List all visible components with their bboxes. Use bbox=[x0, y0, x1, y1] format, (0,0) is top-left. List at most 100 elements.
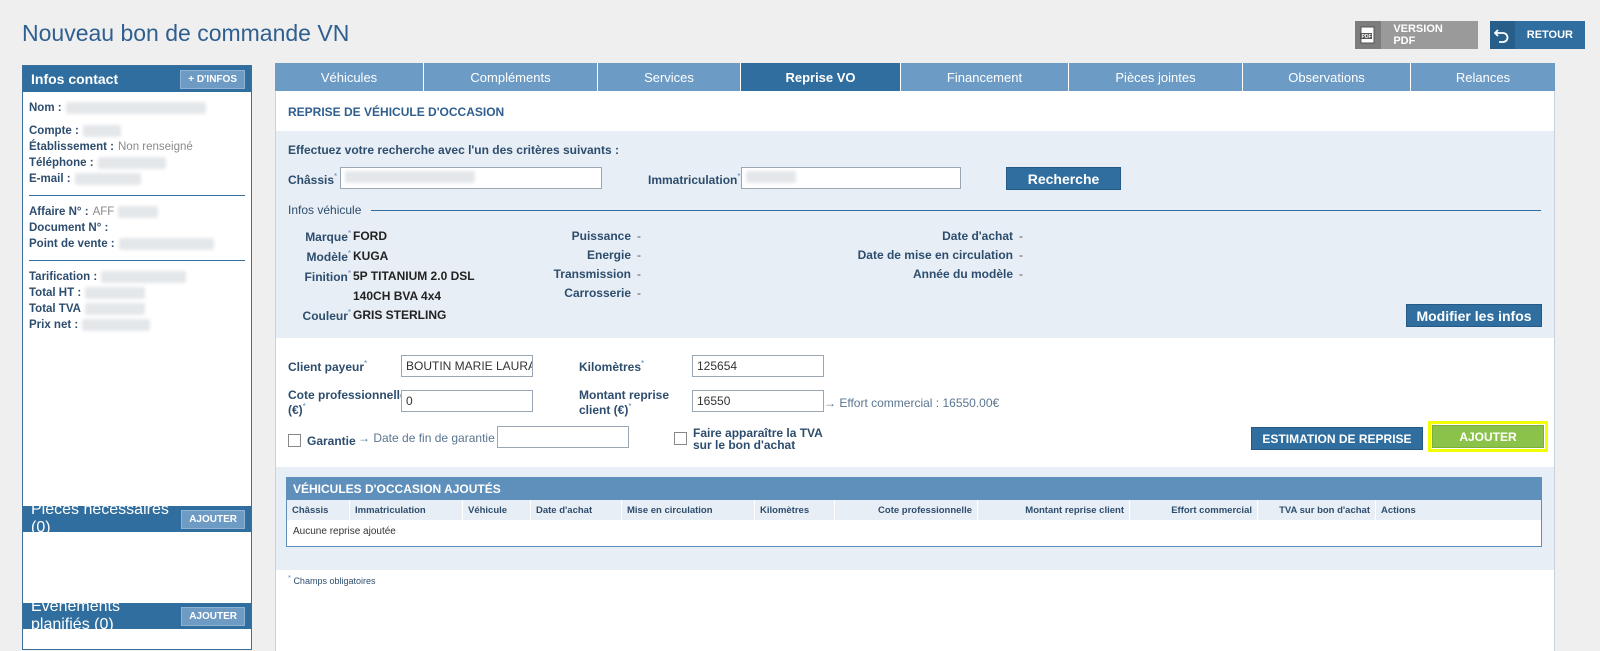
tva-checkbox[interactable] bbox=[674, 432, 687, 445]
tab-complements[interactable]: Compléments bbox=[424, 63, 598, 91]
contact-header: Infos contact + D'INFOS bbox=[23, 66, 251, 92]
contact-info: Nom : Compte : Établissement : Non rensei… bbox=[23, 92, 251, 333]
garantie-checkbox[interactable] bbox=[288, 434, 301, 447]
infos-vehicule-legend: Infos véhicule bbox=[288, 203, 362, 217]
montant-input[interactable]: 16550 bbox=[692, 390, 824, 412]
col-chassis: Châssis bbox=[287, 500, 350, 520]
client-payeur-input[interactable]: BOUTIN MARIE LAURAINE bbox=[401, 355, 533, 377]
contact-title: Infos contact bbox=[31, 71, 119, 87]
tab-services[interactable]: Services bbox=[598, 63, 741, 91]
reprise-panel: REPRISE DE VÉHICULE D'OCCASION Effectuez… bbox=[275, 91, 1555, 651]
date-circulation-label: Date de mise en circulation bbox=[857, 248, 1013, 262]
tab-relances[interactable]: Relances bbox=[1411, 63, 1555, 91]
divider bbox=[29, 260, 245, 261]
undo-icon bbox=[1490, 21, 1515, 49]
immat-label: Immatriculation* bbox=[648, 172, 741, 187]
date-circulation-value: - bbox=[1019, 248, 1023, 262]
montant-label: Montant reprise client (€)* bbox=[579, 388, 670, 417]
search-button[interactable]: Recherche bbox=[1006, 167, 1121, 190]
tarification-label: Tarification : bbox=[29, 271, 98, 283]
telephone-label: Téléphone : bbox=[29, 157, 94, 169]
col-vehicule: Véhicule bbox=[463, 500, 531, 520]
chassis-label: Châssis* bbox=[288, 172, 338, 187]
col-effort-commercial: Effort commercial bbox=[1130, 500, 1258, 520]
events-title: Événements planifiés (0) bbox=[31, 598, 120, 633]
finition-label: Finition* bbox=[304, 269, 351, 284]
annee-value: - bbox=[1019, 267, 1023, 281]
legend-divider bbox=[371, 210, 1541, 211]
finition-value-1: 5P TITANIUM 2.0 DSL bbox=[353, 269, 475, 283]
more-info-button[interactable]: + D'INFOS bbox=[180, 69, 245, 89]
svg-text:PDF: PDF bbox=[1362, 34, 1372, 40]
transmission-label: Transmission bbox=[553, 267, 631, 281]
col-kilometres: Kilomètres bbox=[755, 500, 835, 520]
pdf-icon: PDF bbox=[1355, 21, 1382, 49]
events-header: Événements planifiés (0) AJOUTER bbox=[23, 598, 251, 633]
energie-label: Energie bbox=[586, 248, 631, 262]
add-pieces-button[interactable]: AJOUTER bbox=[181, 509, 245, 529]
divider bbox=[29, 195, 245, 196]
page-title: Nouveau bon de commande VN bbox=[22, 20, 350, 46]
table-empty-row: Aucune reprise ajoutée bbox=[293, 525, 396, 537]
couleur-label: Couleur* bbox=[302, 308, 351, 323]
puissance-value: - bbox=[637, 229, 641, 243]
table-header-row: Châssis Immatriculation Véhicule Date d'… bbox=[287, 500, 1541, 520]
col-montant-reprise: Montant reprise client bbox=[978, 500, 1130, 520]
estimation-button[interactable]: ESTIMATION DE REPRISE bbox=[1251, 427, 1423, 450]
contact-sidebar: Infos contact + D'INFOS Nom : Compte : É… bbox=[22, 65, 252, 650]
prix-net-label: Prix net : bbox=[29, 319, 79, 331]
modele-label: Modèle* bbox=[306, 249, 351, 264]
cote-input[interactable]: 0 bbox=[401, 390, 533, 412]
modele-value: KUGA bbox=[353, 249, 389, 263]
email-label: E-mail : bbox=[29, 173, 71, 185]
energie-value: - bbox=[637, 248, 641, 262]
date-fin-garantie-input[interactable] bbox=[497, 426, 629, 448]
date-fin-garantie-label: → Date de fin de garantie bbox=[358, 431, 495, 445]
tab-financement[interactable]: Financement bbox=[901, 63, 1069, 91]
etablissement-label: Établissement : bbox=[29, 141, 114, 153]
col-actions: Actions bbox=[1381, 504, 1416, 516]
col-mise-circulation: Mise en circulation bbox=[622, 500, 755, 520]
couleur-value: GRIS STERLING bbox=[353, 308, 447, 322]
pdf-version-button[interactable]: PDF VERSION PDF bbox=[1355, 21, 1478, 49]
kilometres-input[interactable]: 125654 bbox=[692, 355, 824, 377]
annee-label: Année du modèle bbox=[912, 267, 1013, 281]
tva-label: Faire apparaître la TVA sur le bon d'acha… bbox=[693, 426, 823, 452]
tab-pieces-jointes[interactable]: Pièces jointes bbox=[1069, 63, 1243, 91]
date-achat-value: - bbox=[1019, 229, 1023, 243]
cote-label: Cote professionnelle (€)* bbox=[288, 388, 407, 417]
tab-reprise-vo[interactable]: Reprise VO bbox=[741, 63, 901, 91]
carrosserie-label: Carrosserie bbox=[564, 286, 631, 300]
marque-label: Marque* bbox=[305, 229, 351, 244]
marque-value: FORD bbox=[353, 229, 387, 243]
puissance-label: Puissance bbox=[571, 229, 631, 243]
table-title: VÉHICULES D'OCCASION AJOUTÉS bbox=[287, 478, 1541, 500]
affaire-value: AFF bbox=[92, 206, 115, 218]
modify-info-button[interactable]: Modifier les infos bbox=[1406, 304, 1542, 327]
point-vente-label: Point de vente : bbox=[29, 238, 115, 250]
affaire-label: Affaire N° : bbox=[29, 206, 89, 218]
tab-observations[interactable]: Observations bbox=[1243, 63, 1411, 91]
transmission-value: - bbox=[637, 267, 641, 281]
ajouter-button[interactable]: AJOUTER bbox=[1432, 425, 1544, 448]
col-immatriculation: Immatriculation bbox=[350, 500, 463, 520]
date-achat-label: Date d'achat bbox=[942, 229, 1013, 243]
finition-value-2: 140CH BVA 4x4 bbox=[353, 289, 442, 303]
total-ht-label: Total HT : bbox=[29, 287, 82, 299]
compte-label: Compte : bbox=[29, 125, 79, 137]
pieces-header: Pièces nécessaires (0) AJOUTER bbox=[23, 501, 251, 536]
garantie-label: Garantie bbox=[307, 434, 356, 448]
tab-vehicules[interactable]: Véhicules bbox=[275, 63, 424, 91]
effort-commercial: → Effort commercial : 16550.00€ bbox=[824, 396, 1000, 410]
add-event-button[interactable]: AJOUTER bbox=[181, 606, 245, 626]
back-button[interactable]: RETOUR bbox=[1490, 21, 1585, 49]
immat-input[interactable] bbox=[741, 167, 961, 189]
section-title: REPRISE DE VÉHICULE D'OCCASION bbox=[288, 105, 505, 119]
chassis-input[interactable] bbox=[340, 167, 602, 189]
etablissement-value: Non renseigné bbox=[118, 141, 193, 153]
tab-bar: Véhicules Compléments Services Reprise V… bbox=[275, 63, 1555, 91]
total-tva-label: Total TVA bbox=[29, 303, 81, 315]
carrosserie-value: - bbox=[637, 286, 641, 300]
document-label: Document N° : bbox=[29, 222, 109, 234]
added-vehicles-table: VÉHICULES D'OCCASION AJOUTÉS Châssis Imm… bbox=[286, 477, 1542, 547]
